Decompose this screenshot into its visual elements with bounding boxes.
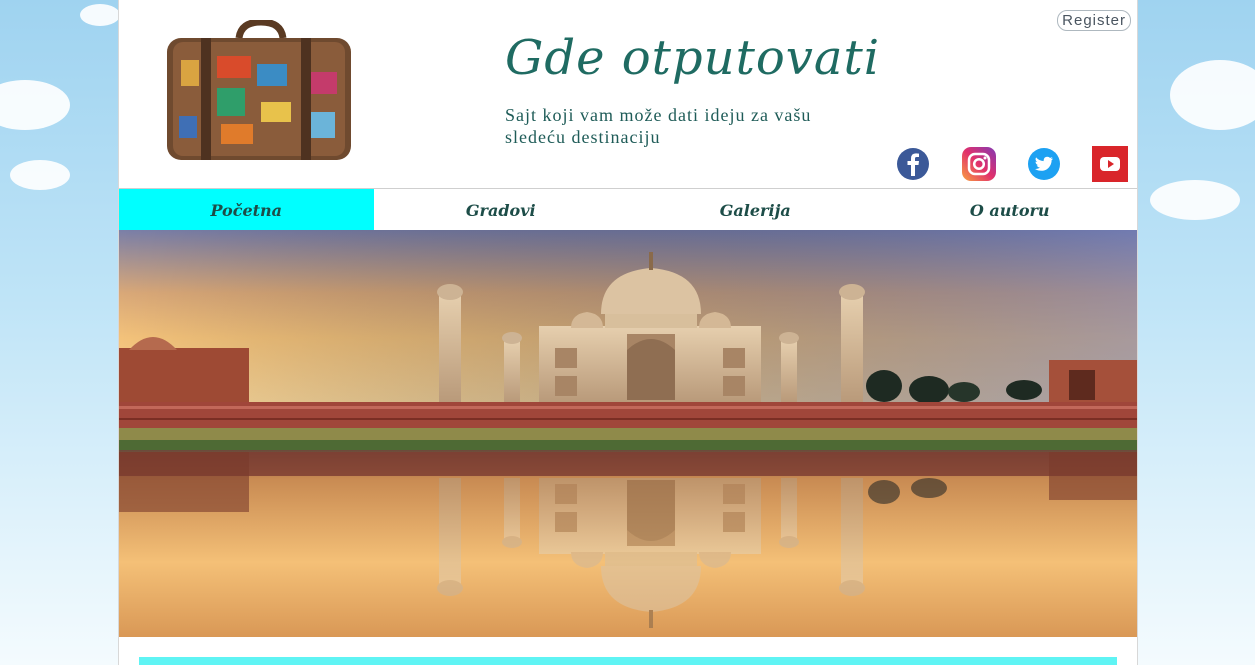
suitcase-logo (167, 20, 351, 160)
nav-item-gradovi[interactable]: Gradovi (374, 189, 629, 231)
page-container: Gde otputovati Sajt koji vam može dati i… (118, 0, 1138, 665)
site-subtitle: Sajt koji vam može dati ideju za vašu sl… (505, 105, 812, 147)
background-cloud (80, 4, 120, 26)
background-cloud (10, 160, 70, 190)
site-header: Gde otputovati Sajt koji vam može dati i… (119, 0, 1137, 188)
nav-item-o-autoru[interactable]: O autoru (883, 189, 1138, 231)
hero-image (119, 230, 1137, 637)
register-button[interactable]: Register (1057, 10, 1131, 31)
background-cloud (1170, 60, 1255, 130)
nav-item-pocetna[interactable]: Početna (119, 189, 374, 231)
twitter-icon[interactable] (1026, 146, 1062, 182)
background-cloud (1150, 180, 1240, 220)
site-title: Gde otputovati (505, 30, 881, 86)
facebook-icon[interactable] (895, 146, 931, 182)
background-cloud (0, 80, 70, 130)
youtube-icon[interactable] (1092, 146, 1128, 182)
content-strip (139, 657, 1117, 665)
instagram-icon[interactable] (961, 146, 997, 182)
main-nav: Početna Gradovi Galerija O autoru (119, 188, 1137, 231)
nav-item-galerija[interactable]: Galerija (628, 189, 883, 231)
